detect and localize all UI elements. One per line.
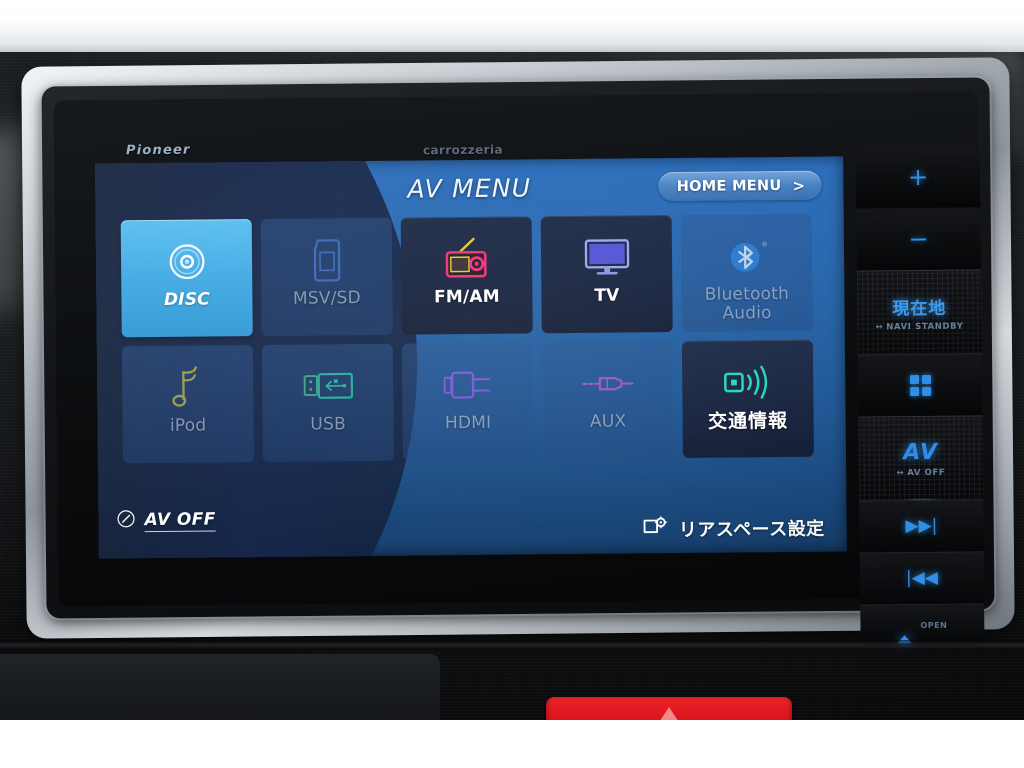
tile-tv[interactable]: TV [540, 215, 673, 334]
prev-track-icon: |◀◀ [905, 567, 938, 589]
source-tile-grid: DISC MSV/SD FM/AM TV ® Bluetooth Audio i… [120, 213, 823, 464]
console-seam [0, 640, 1024, 650]
minus-icon: − [908, 224, 929, 254]
av-menu-screen: AV MENU HOME MENU > DISC MSV/SD FM/AM TV… [95, 156, 847, 558]
tile-label: iPod [169, 415, 207, 436]
tile-label: 交通情報 [708, 409, 789, 433]
hardware-button-column: + − 現在地 ↔ NAVI STANDBY AV ↔ AV OFF ▶▶| |… [855, 145, 985, 647]
bluetooth-icon: ® [724, 231, 768, 281]
tile-disc[interactable]: DISC [120, 219, 253, 338]
tile-aux[interactable]: AUX [541, 341, 674, 460]
tile-fm-am[interactable]: FM/AM [400, 216, 533, 335]
home-menu-label: HOME MENU [676, 177, 782, 195]
tile-traffic[interactable]: 交通情報 [681, 339, 814, 458]
eject-label: OPEN [920, 620, 948, 631]
previous-track-button[interactable]: |◀◀ [859, 551, 985, 605]
rear-space-settings-button[interactable]: リアスペース設定 [643, 515, 825, 543]
home-menu-button[interactable]: HOME MENU > [658, 170, 822, 202]
pioneer-logo: Pioneer [125, 142, 191, 159]
rear-space-label: リアスペース設定 [678, 518, 825, 542]
volume-up-button[interactable]: + [855, 145, 981, 209]
head-unit-photo: Pioneer carrozzeria AV MENU HOME MENU > … [0, 0, 1024, 768]
plus-icon: + [907, 162, 929, 192]
tile-hdmi[interactable]: HDMI [401, 342, 534, 461]
tile-label: MSV/SD [292, 288, 361, 309]
av-off-sublabel: ↔ AV OFF [896, 467, 946, 478]
tile-label: AUX [589, 411, 627, 432]
tile-label: HDMI [444, 412, 492, 434]
aux-plug-icon [580, 358, 636, 409]
next-track-icon: ▶▶| [905, 515, 938, 537]
eject-row: OPEN [897, 616, 948, 644]
tile-label: FM/AM [433, 286, 500, 308]
console-panel-left [0, 654, 440, 726]
next-track-button[interactable]: ▶▶| [859, 499, 984, 553]
screen-gear-icon [643, 516, 668, 542]
chevron-right-icon: > [792, 176, 806, 195]
radio-icon [441, 234, 491, 284]
tile-msv-sd[interactable]: MSV/SD [260, 217, 393, 337]
current-location-label: 現在地 [892, 298, 947, 319]
av-off-button[interactable]: AV OFF [116, 508, 216, 532]
volume-down-button[interactable]: − [856, 207, 981, 271]
current-location-button[interactable]: 現在地 ↔ NAVI STANDBY [856, 269, 982, 355]
tile-usb[interactable]: USB [261, 343, 394, 463]
carrozzeria-logo: carrozzeria [422, 142, 504, 158]
tile-label: DISC [163, 289, 211, 310]
tile-bluetooth[interactable]: ® Bluetooth Audio [680, 213, 813, 332]
eject-icon [897, 616, 912, 644]
sd-card-icon [309, 235, 343, 285]
usb-icon [302, 361, 354, 411]
av-label: AV [903, 439, 939, 465]
av-source-button[interactable]: AV ↔ AV OFF [858, 415, 984, 501]
tile-label: TV [594, 285, 620, 306]
svg-text:®: ® [761, 241, 768, 249]
circle-x-icon [116, 509, 135, 532]
grid-menu-icon [909, 374, 931, 397]
disc-icon [163, 237, 209, 287]
hdmi-plug-icon [441, 360, 495, 411]
av-off-label: AV OFF [144, 508, 216, 532]
photo-top-letterbox [0, 0, 1024, 34]
navi-standby-sublabel: ↔ NAVI STANDBY [875, 321, 964, 332]
left-arrow-icon: ↔ [896, 467, 905, 478]
broadcast-icon [721, 357, 775, 408]
menu-grid-button[interactable] [857, 353, 983, 417]
photo-bottom-letterbox [0, 720, 1024, 768]
tile-ipod[interactable]: iPod [121, 345, 254, 464]
left-arrow-icon: ↔ [875, 321, 884, 332]
tile-label: USB [310, 414, 346, 435]
lcd-screen: AV MENU HOME MENU > DISC MSV/SD FM/AM TV… [95, 156, 847, 559]
tile-label: Bluetooth Audio [704, 283, 790, 324]
television-icon [581, 232, 631, 282]
music-note-icon [170, 363, 206, 413]
